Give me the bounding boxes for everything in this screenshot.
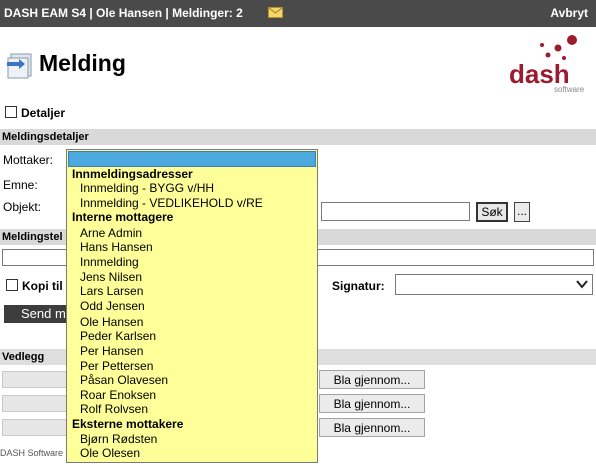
top-bar: DASH EAM S4 | Ole Hansen | Meldinger: 2 … (0, 0, 596, 27)
dropdown-option[interactable]: Peder Karlsen (80, 329, 156, 343)
object-input[interactable] (321, 202, 470, 221)
svg-text:software: software (554, 85, 585, 94)
dropdown-option[interactable]: Ole Olesen (80, 446, 140, 460)
dropdown-option[interactable]: Bjørn Rødsten (80, 432, 157, 446)
search-button[interactable]: Søk (476, 202, 508, 222)
dash-logo: dash software (508, 33, 592, 95)
dropdown-option[interactable]: Påsan Olavesen (80, 373, 168, 387)
section-title: Meldingsdetaljer (2, 131, 89, 143)
section-title: Meldingstel (2, 231, 63, 243)
dropdown-option[interactable]: Innmelding - VEDLIKEHOLD v/RE (80, 196, 263, 210)
dropdown-option[interactable]: Roar Enoksen (80, 388, 156, 402)
recipient-selected-option[interactable] (68, 151, 316, 167)
chevron-down-icon (576, 278, 588, 293)
copy-checkbox[interactable] (6, 279, 18, 291)
envelope-icon[interactable] (268, 7, 283, 18)
signature-label: Signatur: (332, 279, 385, 293)
dropdown-option[interactable]: Ole Hansen (80, 315, 143, 329)
details-label: Detaljer (21, 106, 66, 120)
footer-text: DASH Software (0, 448, 64, 458)
dropdown-option[interactable]: Hans Hansen (80, 240, 153, 254)
details-checkbox[interactable] (5, 106, 17, 118)
cancel-button[interactable]: Avbryt (550, 6, 588, 20)
section-header-details: Meldingsdetaljer (0, 129, 596, 145)
more-button[interactable]: ... (514, 202, 530, 222)
dropdown-option[interactable]: Innmelding (80, 255, 139, 269)
recipient-dropdown[interactable]: Innmeldingsadresser Innmelding - BYGG v/… (66, 149, 318, 463)
dropdown-option[interactable]: Odd Jensen (80, 299, 145, 313)
copy-label: Kopi til (22, 279, 63, 293)
send-button[interactable]: Send m (4, 305, 74, 323)
option-group-label: Innmeldingsadresser (72, 167, 193, 181)
dropdown-option[interactable]: Lars Larsen (80, 284, 143, 298)
signature-select[interactable] (395, 274, 593, 295)
page-title: Melding (39, 50, 126, 76)
browse-button-1[interactable]: Bla gjennom... (319, 370, 425, 389)
browse-button-2[interactable]: Bla gjennom... (319, 394, 425, 413)
dropdown-option[interactable]: Arne Admin (80, 226, 142, 240)
recipient-label: Mottaker: (3, 153, 54, 167)
app-title: DASH EAM S4 | Ole Hansen | Meldinger: 2 (4, 6, 243, 20)
dropdown-option[interactable]: Rolf Rolvsen (80, 402, 148, 416)
option-group-label: Eksterne mottakere (72, 417, 184, 431)
section-title: Vedlegg (2, 351, 45, 363)
dropdown-option[interactable]: Per Hansen (80, 344, 143, 358)
option-group-label: Interne mottagere (72, 210, 174, 224)
subject-label: Emne: (3, 178, 38, 192)
dropdown-option[interactable]: Innmelding - BYGG v/HH (80, 181, 214, 195)
dropdown-option[interactable]: Per Pettersen (80, 359, 153, 373)
object-label: Objekt: (3, 200, 42, 214)
message-icon (5, 50, 35, 80)
browse-button-3[interactable]: Bla gjennom... (319, 418, 425, 437)
dropdown-option[interactable]: Jens Nilsen (80, 270, 142, 284)
